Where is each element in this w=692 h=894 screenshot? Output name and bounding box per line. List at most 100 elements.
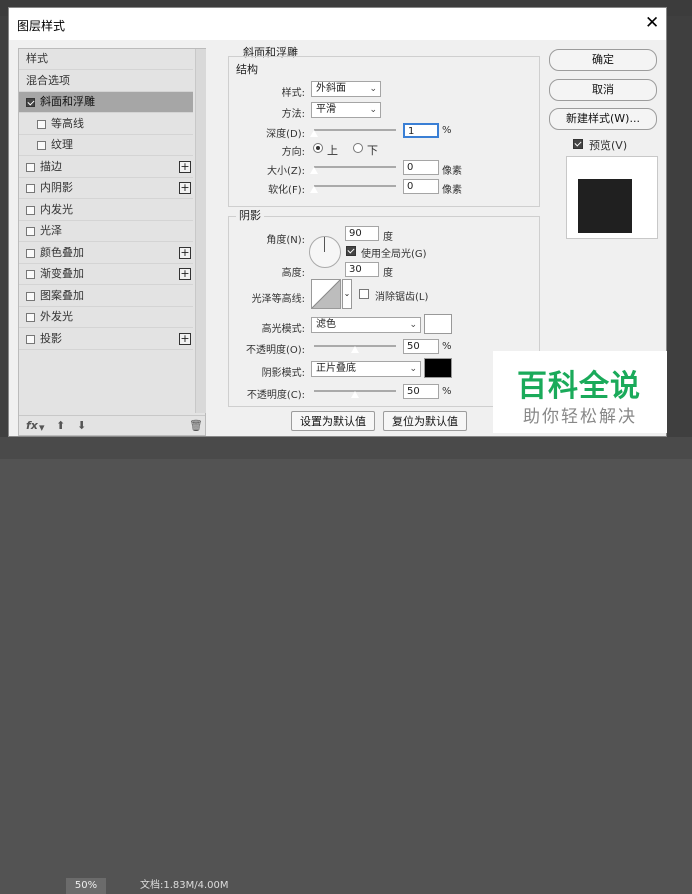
add-effect-plus-icon[interactable]: + <box>179 268 191 280</box>
close-icon[interactable]: ✕ <box>645 13 659 33</box>
style-list-item[interactable]: 等高线 <box>19 114 193 135</box>
style-list-item[interactable]: 混合选项 <box>19 71 193 92</box>
style-list-item[interactable]: 内发光 <box>19 200 193 221</box>
style-list-item-label: 外发光 <box>40 310 73 323</box>
style-list-item[interactable]: 斜面和浮雕 <box>19 92 193 113</box>
style-list-footer: fx ▾ ⬆ ⬇ 🗑 <box>19 415 205 436</box>
move-up-icon[interactable]: ⬆ <box>56 419 65 432</box>
style-list-checkbox[interactable] <box>37 141 46 150</box>
style-list-checkbox[interactable] <box>26 98 35 107</box>
size-label: 大小(Z): <box>266 166 305 177</box>
style-list-item[interactable]: 样式 <box>19 49 193 70</box>
style-list-scrollbar[interactable] <box>195 49 206 413</box>
gloss-contour-picker[interactable] <box>311 279 341 309</box>
technique-dropdown[interactable]: 平滑 ⌄ <box>311 102 381 118</box>
add-effect-plus-icon[interactable]: + <box>179 160 191 173</box>
style-list-item-label: 样式 <box>26 52 48 65</box>
style-list-item[interactable]: 外发光 <box>19 307 193 328</box>
style-list-item[interactable]: 描边 + <box>19 157 193 178</box>
depth-label: 深度(D): <box>266 129 305 140</box>
highlight-opacity-slider-thumb[interactable] <box>350 345 360 354</box>
move-down-icon[interactable]: ⬇ <box>77 419 86 432</box>
angle-input[interactable]: 90 <box>345 226 379 241</box>
style-list-checkbox[interactable] <box>26 313 35 322</box>
cancel-button[interactable]: 取消 <box>549 79 657 101</box>
ok-button[interactable]: 确定 <box>549 49 657 71</box>
style-list-item-label: 等高线 <box>51 116 84 130</box>
add-effect-plus-icon[interactable]: + <box>179 246 191 259</box>
zoom-field[interactable]: 50% <box>66 878 106 894</box>
style-list-checkbox[interactable] <box>26 334 35 344</box>
depth-slider-track[interactable] <box>314 129 396 131</box>
style-label: 样式: <box>281 88 305 99</box>
style-list-item[interactable]: 光泽 <box>19 221 193 242</box>
technique-label: 方法: <box>281 109 305 120</box>
direction-down-radio[interactable] <box>353 143 363 153</box>
technique-value: 平滑 <box>316 104 336 115</box>
style-list-checkbox[interactable] <box>26 270 35 279</box>
size-slider-track[interactable] <box>314 166 396 168</box>
trash-icon[interactable]: 🗑 <box>189 419 203 432</box>
style-list-checkbox[interactable] <box>26 184 35 193</box>
chevron-down-icon: ⌄ <box>369 105 377 115</box>
highlight-opacity-unit: % <box>442 341 452 352</box>
soften-label: 软化(F): <box>268 185 305 196</box>
style-list-item[interactable]: 纹理 <box>19 135 193 156</box>
shadow-color-swatch[interactable] <box>424 358 452 378</box>
style-value: 外斜面 <box>316 83 346 94</box>
size-input[interactable]: 0 <box>403 160 439 175</box>
make-default-button[interactable]: 设置为默认值 <box>291 411 375 431</box>
shadow-opacity-input[interactable]: 50 <box>403 384 439 399</box>
highlight-opacity-input[interactable]: 50 <box>403 339 439 354</box>
shadow-opacity-slider-thumb[interactable] <box>350 390 360 399</box>
altitude-input[interactable]: 30 <box>345 262 379 277</box>
contour-dropdown-arrow-icon[interactable]: ⌄ <box>342 279 352 309</box>
antialias-checkbox[interactable] <box>359 289 369 299</box>
soften-slider-track[interactable] <box>314 185 396 187</box>
global-light-checkbox[interactable] <box>346 246 356 256</box>
direction-up-radio[interactable] <box>313 143 323 153</box>
angle-dial-needle <box>324 237 325 252</box>
style-list-item-label: 内发光 <box>40 202 73 216</box>
chevron-down-icon: ⌄ <box>409 364 417 374</box>
style-list-checkbox[interactable] <box>26 205 35 215</box>
style-list-checkbox[interactable] <box>26 227 35 236</box>
style-list-checkbox[interactable] <box>26 162 35 172</box>
structure-title: 结构 <box>236 63 258 76</box>
new-style-button[interactable]: 新建样式(W)... <box>549 108 657 130</box>
soften-slider-thumb[interactable] <box>309 185 319 194</box>
angle-dial[interactable] <box>309 236 341 268</box>
style-list-item-label: 投影 <box>40 331 62 345</box>
add-effect-plus-icon[interactable]: + <box>179 182 191 194</box>
style-list-item-label: 纹理 <box>51 138 73 151</box>
depth-slider-thumb[interactable] <box>309 129 319 138</box>
document-info: 文档:1.83M/4.00M <box>140 880 229 891</box>
style-list-item[interactable]: 渐变叠加 + <box>19 264 193 285</box>
style-list-item[interactable]: 内阴影 + <box>19 178 193 199</box>
style-list-item[interactable]: 图案叠加 <box>19 286 193 307</box>
gloss-contour-label: 光泽等高线: <box>251 294 305 305</box>
style-list-checkbox[interactable] <box>26 248 35 258</box>
soften-input[interactable]: 0 <box>403 179 439 194</box>
direction-down-label: 下 <box>367 144 378 157</box>
add-effect-plus-icon[interactable]: + <box>179 332 191 345</box>
style-list-checkbox[interactable] <box>37 119 46 129</box>
preview-checkbox[interactable] <box>573 139 583 149</box>
app-panel-strip <box>667 16 692 437</box>
fx-menu-dot-icon: ▾ <box>39 421 45 434</box>
size-unit: 像素 <box>442 166 462 177</box>
highlight-color-swatch[interactable] <box>424 314 452 334</box>
size-slider-thumb[interactable] <box>309 166 319 175</box>
style-list-item[interactable]: 投影 + <box>19 329 193 350</box>
style-dropdown[interactable]: 外斜面 ⌄ <box>311 81 381 97</box>
fx-icon[interactable]: fx <box>26 419 38 432</box>
style-list-item[interactable]: 颜色叠加 + <box>19 243 193 264</box>
style-list-checkbox[interactable] <box>26 291 35 301</box>
reset-default-button[interactable]: 复位为默认值 <box>383 411 467 431</box>
highlight-mode-dropdown[interactable]: 滤色 ⌄ <box>311 317 421 333</box>
highlight-opacity-label: 不透明度(O): <box>245 345 305 356</box>
shadow-mode-dropdown[interactable]: 正片叠底 ⌄ <box>311 361 421 377</box>
chevron-down-icon: ⌄ <box>369 84 377 94</box>
style-list-panel: 样式混合选项 斜面和浮雕等高线纹理描边 + 内阴影 + 内发光光泽 颜色叠加 + 渐变叠加 + 图案… <box>18 48 206 436</box>
depth-input[interactable]: 1 <box>403 123 439 138</box>
